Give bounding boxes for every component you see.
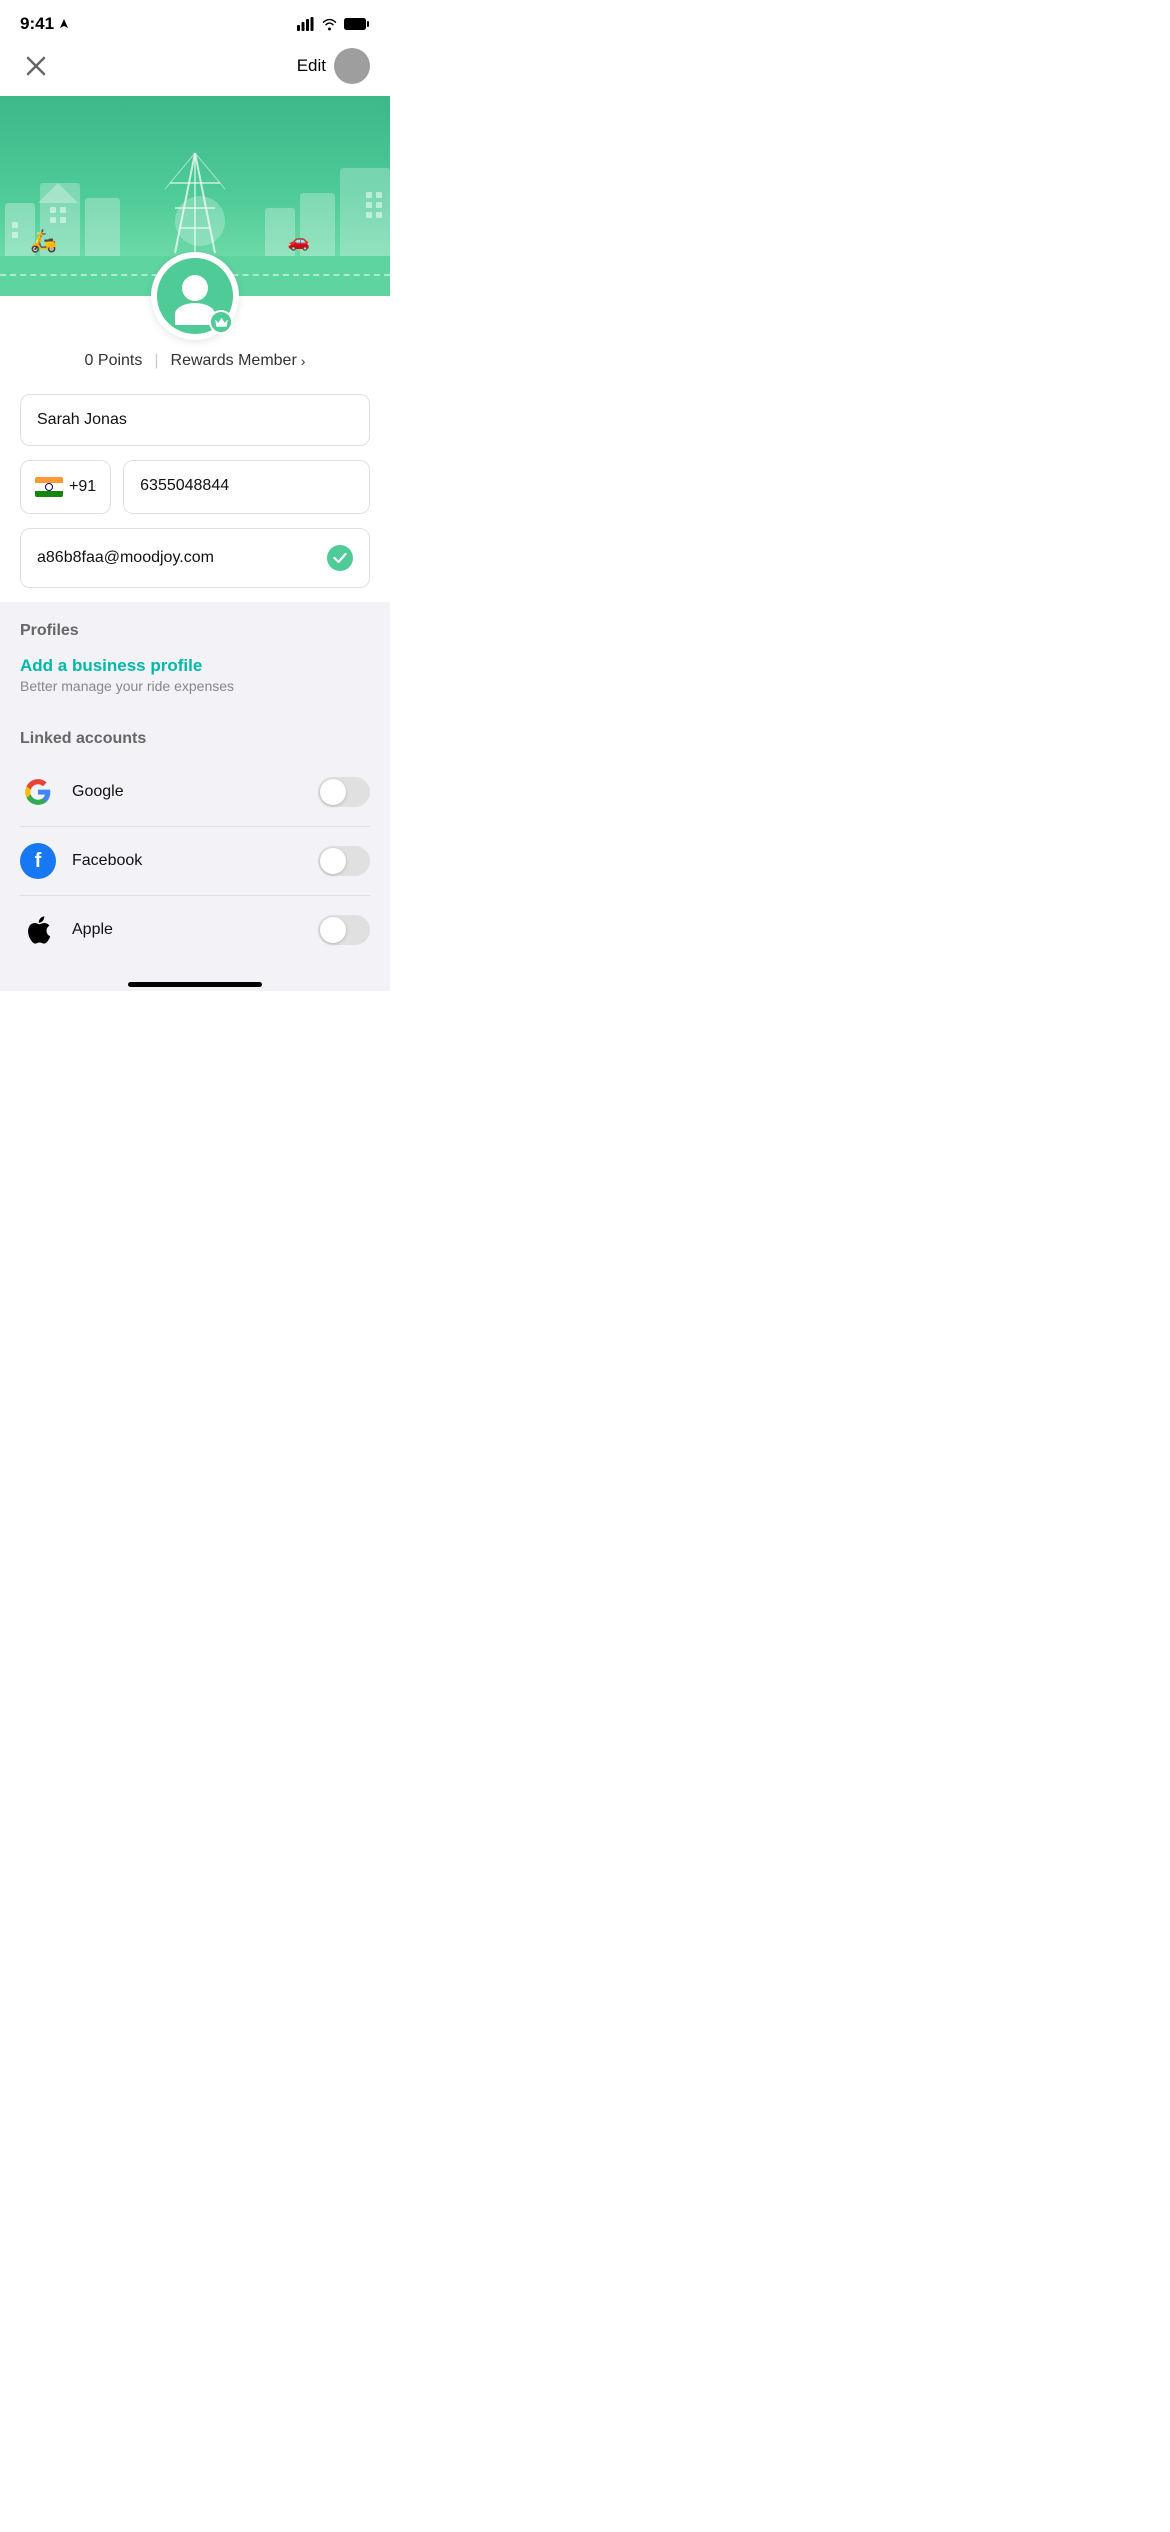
apple-label: Apple <box>72 921 113 939</box>
linked-apple-item: Apple <box>20 896 370 964</box>
edit-button[interactable]: Edit <box>297 48 370 84</box>
time-display: 9:41 <box>20 14 54 34</box>
apple-logo-icon <box>25 915 51 945</box>
linked-accounts-section: Linked accounts Google f Facebook <box>0 710 390 974</box>
status-time: 9:41 <box>20 14 70 34</box>
google-logo-icon <box>24 778 52 806</box>
crown-badge <box>209 310 233 334</box>
status-icons <box>297 17 370 31</box>
location-arrow-icon <box>58 18 70 30</box>
apple-toggle[interactable] <box>318 915 370 945</box>
add-business-subtitle: Better manage your ride expenses <box>20 678 370 694</box>
google-label: Google <box>72 783 124 801</box>
avatar-head <box>182 275 208 301</box>
linked-facebook-item: f Facebook <box>20 827 370 896</box>
add-business-profile[interactable]: Add a business profile Better manage you… <box>20 656 370 694</box>
avatar-section: 0 Points | Rewards Member › <box>0 296 390 394</box>
battery-icon <box>344 17 370 31</box>
email-verified-icon <box>327 545 353 571</box>
home-bar <box>128 982 262 987</box>
phone-value: 6355048844 <box>140 477 229 494</box>
chevron-right-icon: › <box>301 353 306 369</box>
profiles-section: Profiles Add a business profile Better m… <box>0 602 390 710</box>
google-toggle[interactable] <box>318 777 370 807</box>
country-code-label: +91 <box>69 478 96 496</box>
close-icon <box>26 56 46 76</box>
country-code-selector[interactable]: +91 <box>20 460 111 514</box>
form-section: Sarah Jonas +91 6355048844 a86b8faa@mood… <box>0 394 390 588</box>
google-icon <box>20 774 56 810</box>
facebook-icon: f <box>20 843 56 879</box>
apple-toggle-knob <box>320 917 346 943</box>
avatar-wrapper <box>151 252 239 340</box>
rewards-member-link[interactable]: Rewards Member › <box>171 352 306 370</box>
linked-google-item: Google <box>20 758 370 827</box>
facebook-linked-left: f Facebook <box>20 843 142 879</box>
phone-number-field[interactable]: 6355048844 <box>123 460 370 514</box>
points-label: 0 Points <box>85 352 143 370</box>
facebook-label: Facebook <box>72 852 142 870</box>
profiles-title: Profiles <box>20 622 370 640</box>
name-value: Sarah Jonas <box>37 411 127 429</box>
facebook-toggle-knob <box>320 848 346 874</box>
close-button[interactable] <box>20 50 52 82</box>
edit-label: Edit <box>297 56 326 76</box>
apple-icon <box>20 912 56 948</box>
points-divider: | <box>154 352 158 370</box>
facebook-toggle[interactable] <box>318 846 370 876</box>
linked-accounts-title: Linked accounts <box>20 730 370 748</box>
car-icon: 🚗 <box>288 231 310 252</box>
india-flag-icon <box>35 477 63 497</box>
email-field[interactable]: a86b8faa@moodjoy.com <box>20 528 370 588</box>
add-business-title: Add a business profile <box>20 656 370 676</box>
google-toggle-knob <box>320 779 346 805</box>
signal-icon <box>297 17 315 31</box>
edit-avatar <box>334 48 370 84</box>
points-row: 0 Points | Rewards Member › <box>85 352 306 370</box>
phone-row: +91 6355048844 <box>20 460 370 514</box>
checkmark-icon <box>333 552 347 564</box>
name-field[interactable]: Sarah Jonas <box>20 394 370 446</box>
email-value: a86b8faa@moodjoy.com <box>37 549 214 567</box>
rewards-label: Rewards Member <box>171 352 297 370</box>
scooter-icon: 🛵 <box>30 228 57 254</box>
apple-linked-left: Apple <box>20 912 113 948</box>
home-indicator <box>0 974 390 991</box>
status-bar: 9:41 <box>0 0 390 40</box>
google-linked-left: Google <box>20 774 124 810</box>
crown-icon <box>215 317 228 328</box>
top-nav: Edit <box>0 40 390 96</box>
wifi-icon <box>321 17 338 31</box>
